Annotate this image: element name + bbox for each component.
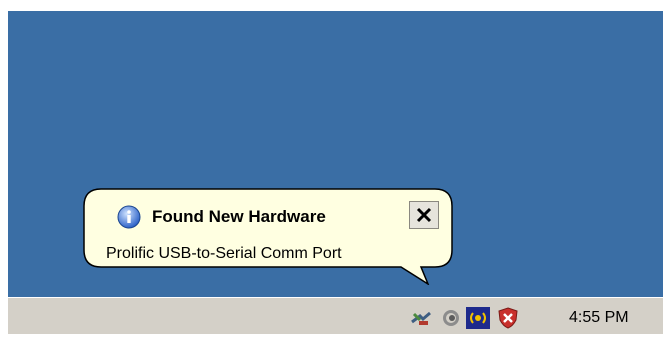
info-icon	[117, 205, 141, 229]
close-icon	[416, 207, 432, 223]
screenshot: 4:55 PM Found New Hardware Prolific USB-…	[0, 0, 663, 345]
notification-balloon[interactable]: Found New Hardware Prolific USB-to-Seria…	[83, 188, 453, 285]
safely-remove-hardware-icon[interactable]	[409, 302, 433, 334]
clock[interactable]: 4:55 PM	[569, 302, 629, 334]
balloon-message: Prolific USB-to-Serial Comm Port	[106, 245, 342, 262]
security-alert-shield-icon[interactable]	[496, 302, 520, 334]
wireless-network-icon[interactable]	[465, 302, 491, 334]
balloon-title: Found New Hardware	[152, 207, 326, 226]
system-tray: 4:55 PM	[395, 302, 663, 334]
volume-icon[interactable]	[439, 302, 463, 334]
close-button[interactable]	[409, 201, 439, 229]
